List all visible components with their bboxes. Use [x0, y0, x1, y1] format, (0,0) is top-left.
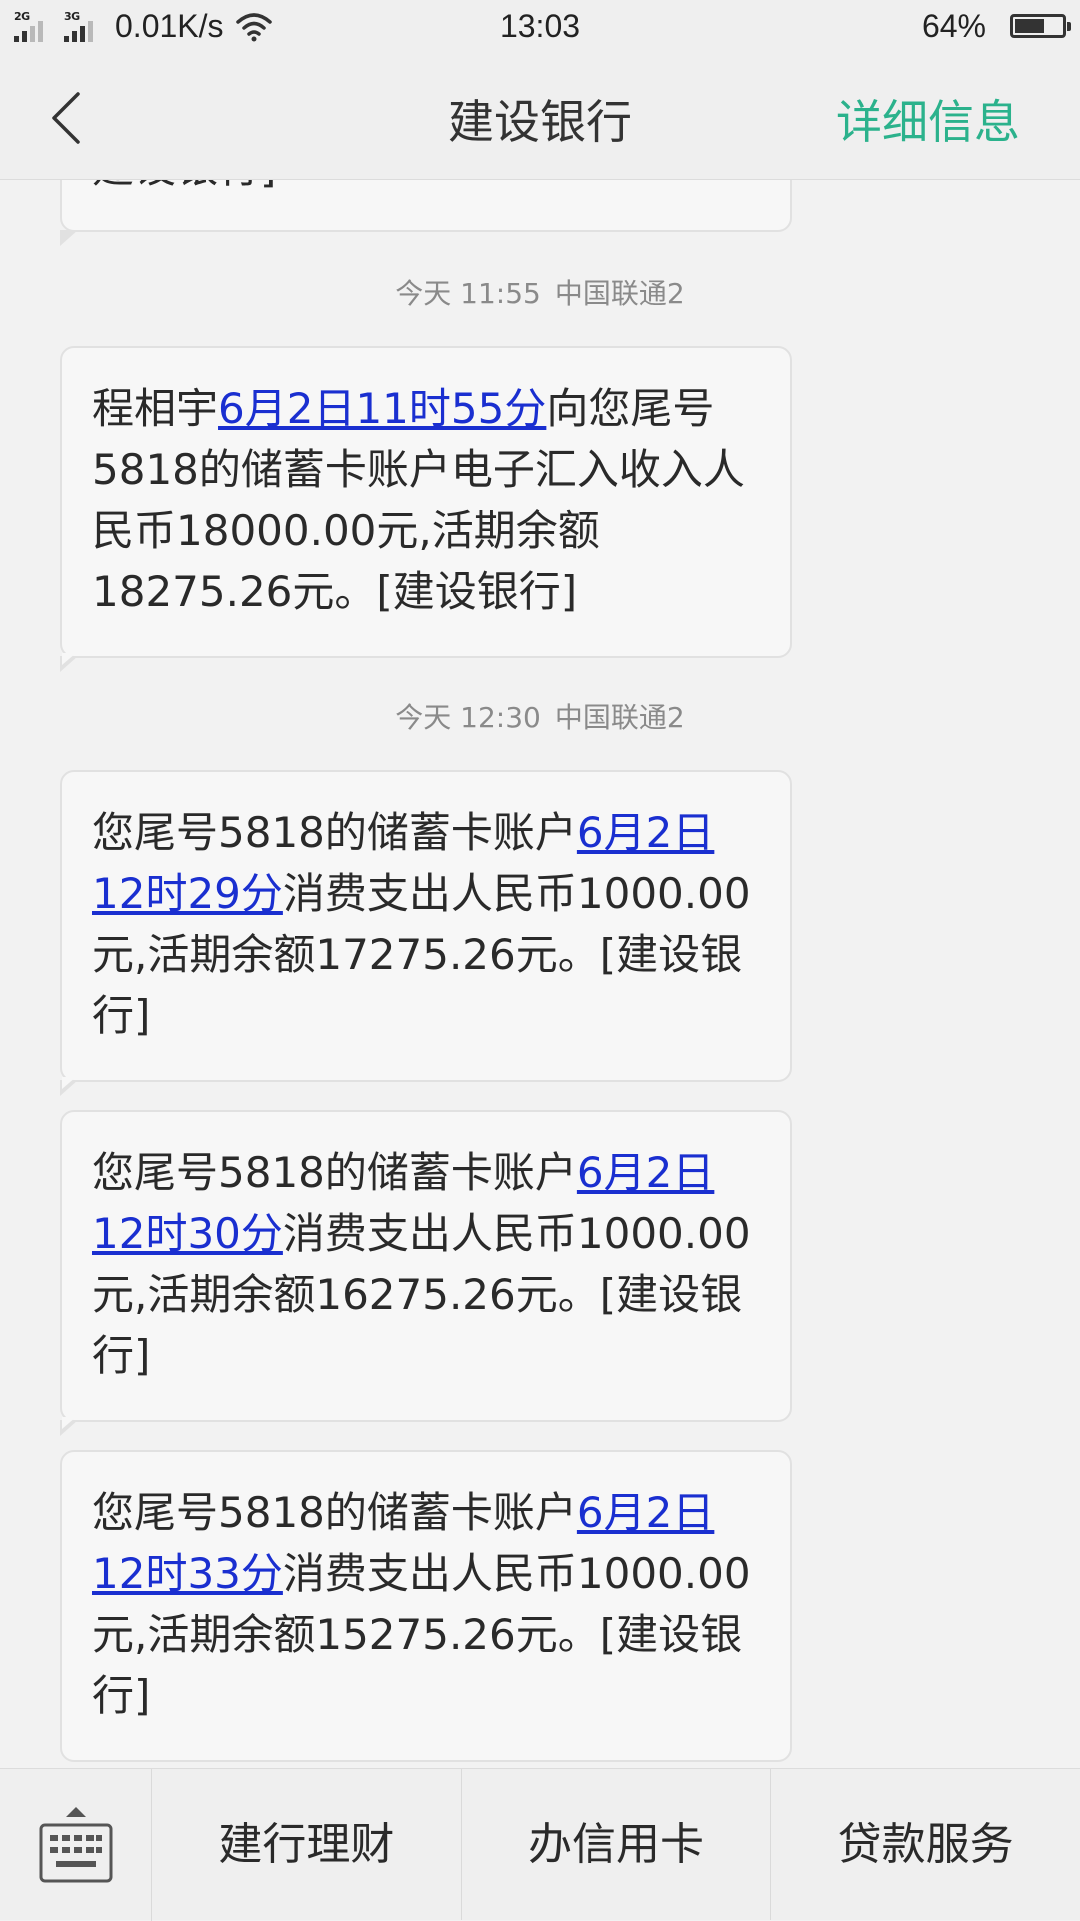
message-text-pre: 程相宇	[92, 384, 219, 433]
bubble-tail	[60, 1417, 78, 1436]
message-text-pre: 您尾号5818的储蓄卡账户	[92, 1488, 577, 1537]
keyboard-toggle-button[interactable]	[0, 1769, 152, 1921]
message-timestamp: 今天 11:55	[395, 277, 541, 310]
status-bar: 2G 3G 0.01K/s 13:03 64%	[0, 0, 1080, 56]
keyboard-icon	[39, 1807, 113, 1883]
message-meta: 今天 11:55 中国联通2	[0, 272, 1080, 312]
bubble-tail	[60, 230, 78, 248]
message-carrier: 中国联通2	[554, 277, 685, 310]
battery-fill	[1015, 19, 1045, 33]
battery-icon	[1010, 14, 1071, 38]
message-text-pre: 您尾号5818的储蓄卡账户	[92, 1148, 577, 1197]
service-menu-bar: 建行理财 办信用卡 贷款服务	[0, 1768, 1080, 1921]
battery-percentage: 64%	[921, 8, 986, 44]
bubble-tail	[60, 653, 78, 672]
message-bubble[interactable]: 您尾号5818的储蓄卡账户6月2日12时33分消费支出人民币1000.00元,活…	[60, 1450, 792, 1762]
message-bubble-partial: 建设银行]	[60, 180, 792, 232]
message-date-link[interactable]: 6月2日11时55分	[218, 384, 546, 433]
menu-item-loan-service[interactable]: 贷款服务	[771, 1769, 1080, 1920]
menu-item-credit-card[interactable]: 办信用卡	[462, 1769, 772, 1920]
message-list[interactable]: 建设银行] 今天 11:55 中国联通2 程相宇6月2日11时55分向您尾号581…	[0, 180, 1080, 1768]
menu-item-wealth-management[interactable]: 建行理财	[152, 1769, 462, 1920]
message-bubble[interactable]: 您尾号5818的储蓄卡账户6月2日12时29分消费支出人民币1000.00元,活…	[60, 770, 792, 1096]
conversation-header: 建设银行 详细信息	[0, 56, 1080, 180]
details-button[interactable]: 详细信息	[836, 86, 1020, 152]
message-text-pre: 您尾号5818的储蓄卡账户	[92, 808, 577, 857]
message-timestamp: 今天 12:30	[395, 701, 541, 734]
bubble-tail	[60, 1077, 78, 1096]
message-bubble[interactable]: 程相宇6月2日11时55分向您尾号5818的储蓄卡账户电子汇入收入人民币1800…	[60, 346, 792, 672]
message-text: 建设银行]	[92, 180, 276, 195]
clock: 13:03	[499, 8, 581, 44]
message-bubble[interactable]: 您尾号5818的储蓄卡账户6月2日12时30分消费支出人民币1000.00元,活…	[60, 1110, 792, 1436]
message-meta: 今天 12:30 中国联通2	[0, 696, 1080, 736]
message-carrier: 中国联通2	[554, 701, 685, 734]
